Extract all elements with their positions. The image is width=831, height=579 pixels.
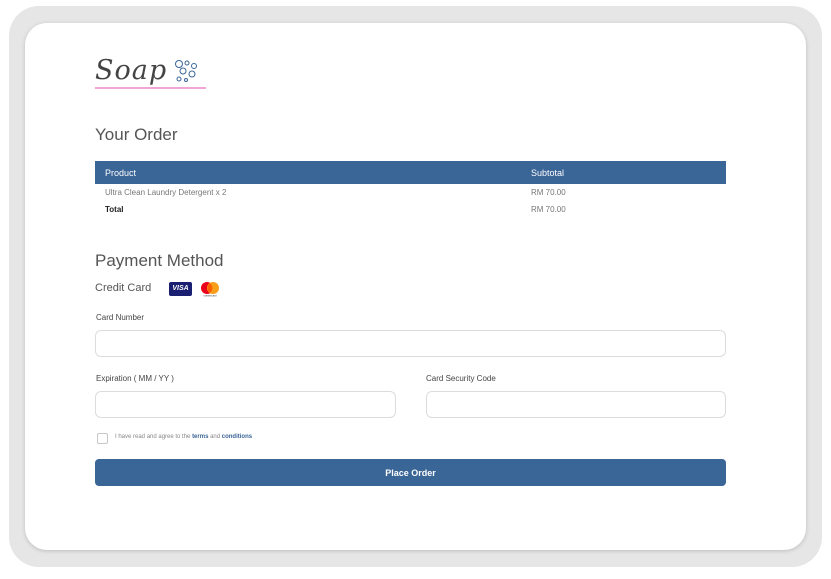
header-subtotal: Subtotal (531, 168, 565, 178)
expiration-input[interactable] (95, 391, 396, 418)
table-header: Product Subtotal (95, 161, 726, 184)
total-value: RM 70.00 (531, 205, 566, 214)
agree-checkbox[interactable] (97, 433, 108, 444)
terms-link[interactable]: terms (192, 434, 208, 440)
credit-card-label: Credit Card (95, 282, 152, 294)
mastercard-icon: mastercard (201, 282, 219, 298)
bubbles-icon (175, 60, 197, 82)
card-number-label: Card Number (96, 313, 145, 322)
logo-underline (95, 87, 206, 89)
conditions-link[interactable]: conditions (222, 434, 252, 440)
visa-icon: VISA (169, 282, 192, 296)
agree-text-before: I have read and agree to the (115, 434, 191, 440)
item-subtotal: RM 70.00 (531, 188, 566, 197)
agree-and: and (210, 434, 221, 440)
order-table: Product Subtotal Ultra Clean Laundry Det… (95, 161, 726, 218)
logo[interactable]: Soap (95, 55, 207, 91)
total-label: Total (105, 205, 124, 214)
place-order-button[interactable]: Place Order (95, 459, 726, 486)
security-code-input[interactable] (426, 391, 726, 418)
mastercard-wordmark: mastercard (204, 294, 218, 298)
security-code-label: Card Security Code (426, 374, 496, 383)
logo-text: Soap (95, 55, 168, 86)
header-product: Product (105, 168, 137, 178)
expiration-label: Expiration ( MM / YY ) (96, 374, 174, 383)
payment-title: Payment Method (95, 251, 224, 270)
card-number-input[interactable] (95, 330, 726, 357)
table-row: Ultra Clean Laundry Detergent x 2 RM 70.… (95, 184, 726, 201)
agree-text: I have read and agree to the terms and c… (115, 434, 252, 440)
total-row: Total RM 70.00 (95, 201, 726, 218)
item-product: Ultra Clean Laundry Detergent x 2 (105, 188, 227, 197)
order-title: Your Order (95, 125, 178, 144)
